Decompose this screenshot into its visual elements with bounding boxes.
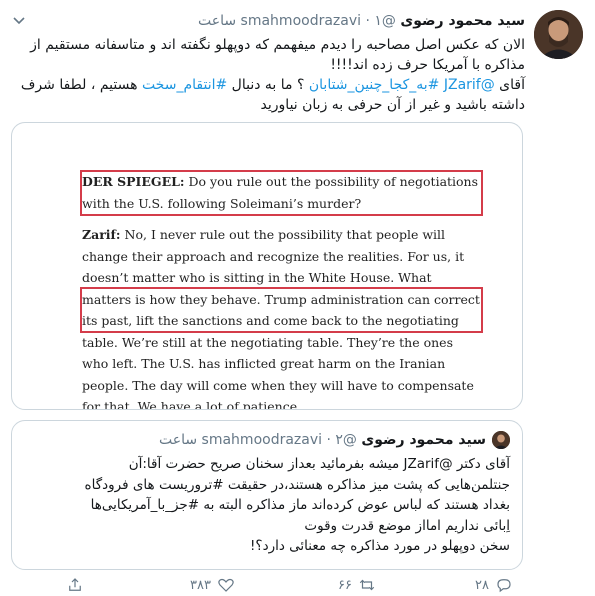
quoted-tweet[interactable]: سید محمود رضوی @smahmoodrazavi · ۲ ساعت … (11, 420, 523, 570)
tweet-text-line2: آقای @JZarif #به_کجا_چنین_شتابان ؟ ما به… (12, 75, 525, 115)
tweet-media-image[interactable]: DER SPIEGEL: Do you rule out the possibi… (11, 122, 523, 410)
avatar-image (534, 10, 583, 59)
tweet-text: الان که عکس اصل مصاحبه را دیدم میفهمم که… (12, 35, 525, 115)
chevron-down-icon[interactable] (12, 13, 26, 27)
hashtag-link-1[interactable]: #به_کجا_چنین_شتابان (309, 77, 440, 93)
quoted-tweet-header: سید محمود رضوی @smahmoodrazavi · ۲ ساعت (22, 430, 486, 450)
quoted-header-separator: · (326, 432, 331, 448)
quoted-line-1: آقای دکتر @JZarif میشه بفرمائید بعداز سخ… (128, 456, 510, 472)
share-action[interactable] (66, 576, 84, 594)
highlight-box-answer (80, 287, 483, 333)
reply-count: ۲۸ (475, 577, 489, 593)
highlight-box-question (80, 170, 483, 216)
quoted-line-5: سخن دوپهلو در مورد مذاکره چه معنائی دارد… (250, 538, 510, 554)
retweet-count: ۶۶ (338, 577, 352, 593)
tweet-text-line1: الان که عکس اصل مصاحبه را دیدم میفهمم که… (30, 37, 525, 73)
quoted-author-name: سید محمود رضوی (361, 432, 486, 448)
header-separator: · (365, 13, 370, 29)
quoted-line-3: بغداد هستند که لباس عوض کرده‌اند ماز مذا… (90, 497, 510, 513)
text-prefix: آقای (494, 77, 525, 93)
retweet-icon (359, 579, 375, 591)
reply-icon (497, 579, 511, 593)
tweet-actions: ۲۸ ۶۶ ۳۸۳ (0, 574, 595, 596)
quoted-author-avatar (492, 431, 510, 449)
quoted-author-handle: @smahmoodrazavi (201, 432, 357, 448)
author-name[interactable]: سید محمود رضوی (400, 13, 525, 29)
author-handle[interactable]: @smahmoodrazavi (241, 13, 396, 29)
avatar-image (492, 431, 510, 449)
answer-label: Zarif: (82, 227, 121, 242)
mention-link[interactable]: @JZarif (444, 77, 495, 93)
like-count: ۳۸۳ (190, 577, 211, 593)
like-action[interactable]: ۳۸۳ (190, 576, 235, 594)
tweet-header: سید محمود رضوی @smahmoodrazavi · ۱ ساعت (10, 11, 525, 31)
quoted-tweet-text: آقای دکتر @JZarif میشه بفرمائید بعداز سخ… (22, 454, 510, 557)
hashtag-link-2[interactable]: #انتقام_سخت (142, 77, 227, 93)
heart-icon (218, 578, 234, 592)
share-icon (69, 578, 81, 591)
text-mid: ؟ ما به دنبال (227, 77, 309, 93)
quoted-line-2: جنتلمن‌هایی که پشت میز مذاکره هستند،در ح… (84, 476, 510, 493)
retweet-action[interactable]: ۶۶ (338, 576, 376, 594)
reply-action[interactable]: ۲۸ (475, 576, 513, 594)
quoted-line-4: اِبائی نداریم امااز موضع قدرت وقوت (304, 517, 510, 534)
author-avatar[interactable] (534, 10, 583, 59)
